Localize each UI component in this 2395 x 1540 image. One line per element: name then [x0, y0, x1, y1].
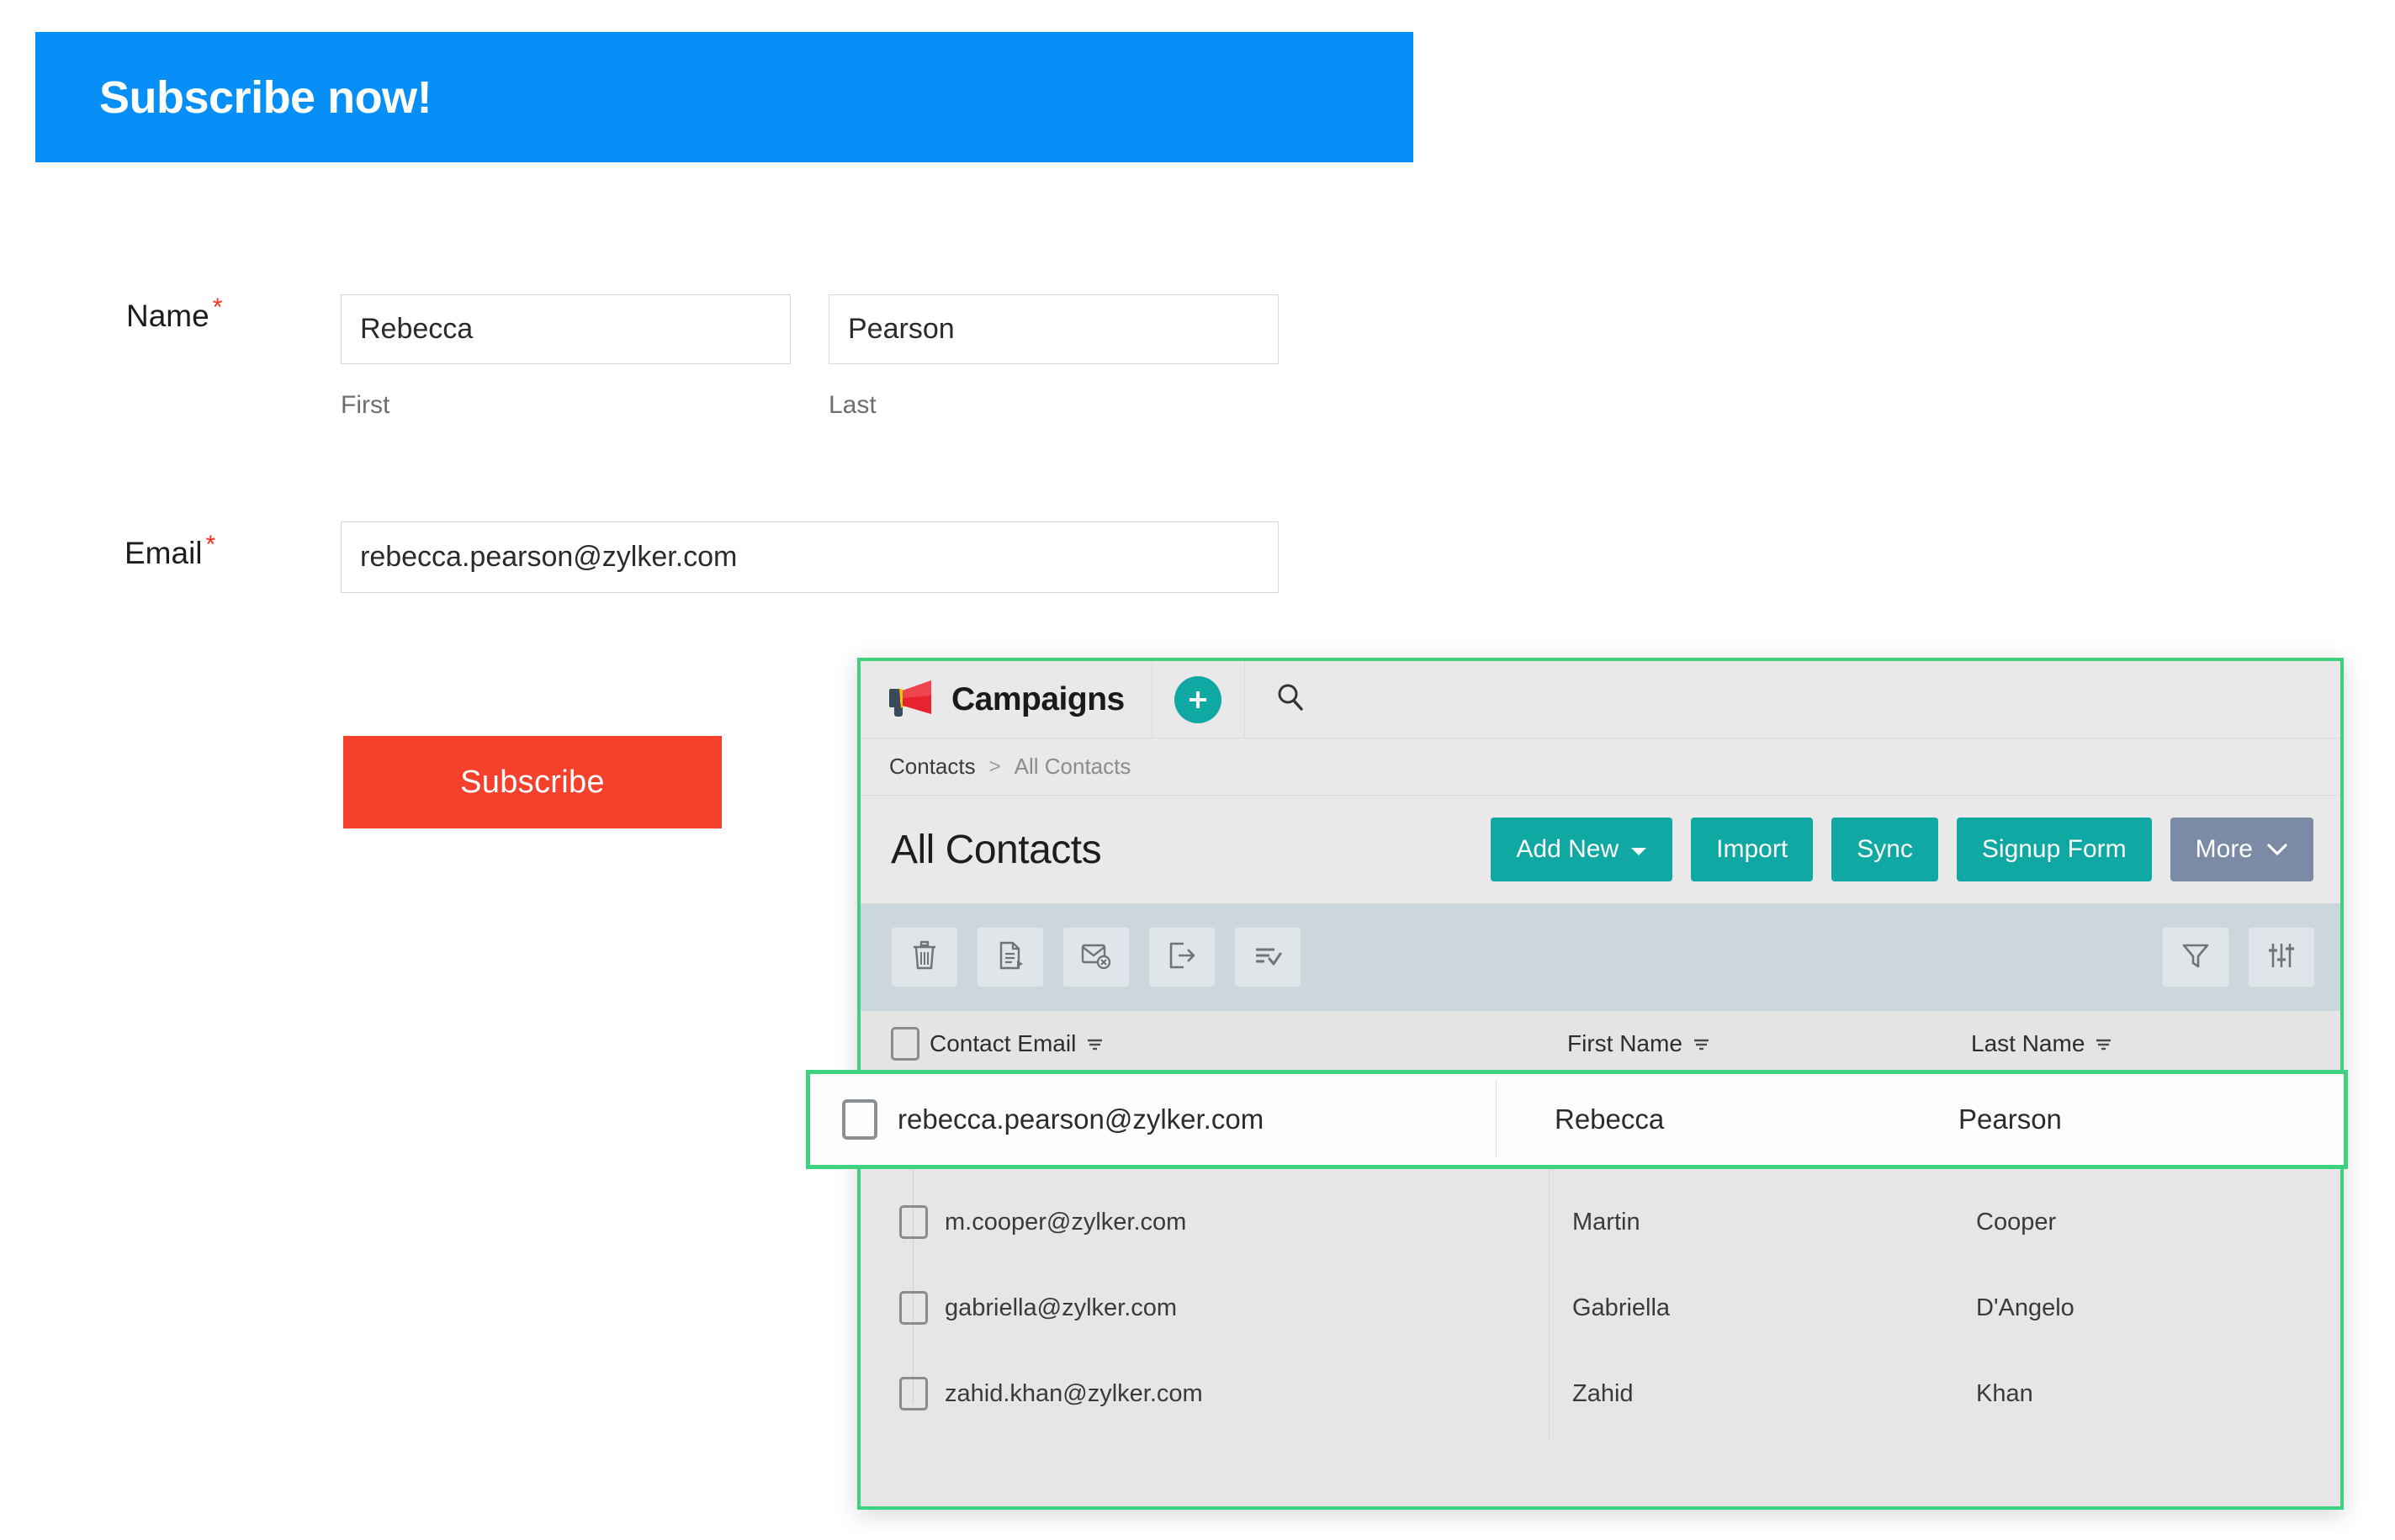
column-header-first-name[interactable]: First Name [1567, 1030, 1711, 1057]
cell-contact-email: zahid.khan@zylker.com [945, 1379, 1203, 1407]
chevron-down-icon [2266, 835, 2288, 864]
settings-sliders-icon [2266, 941, 2297, 974]
cell-last-name: Cooper [1976, 1208, 2057, 1236]
export-icon [1167, 941, 1197, 974]
row-checkbox[interactable] [899, 1291, 928, 1325]
breadcrumb: Contacts > All Contacts [861, 738, 2340, 796]
sync-button[interactable]: Sync [1831, 818, 1938, 881]
table-row[interactable]: m.cooper@zylker.com Martin Cooper [861, 1179, 2340, 1265]
toolbar-right-group [2162, 927, 2315, 987]
select-list-icon [1253, 943, 1283, 972]
last-name-sublabel: Last [829, 391, 877, 419]
caret-down-icon [1630, 835, 1647, 864]
page-title-row: All Contacts Add New Import Sync Signup … [861, 796, 2340, 903]
copy-to-list-icon [996, 940, 1025, 975]
name-label-text: Name [126, 299, 209, 333]
last-name-input[interactable]: Pearson [829, 294, 1279, 364]
email-required-asterisk: * [205, 530, 216, 558]
campaigns-topbar: Campaigns [861, 661, 2340, 738]
cell-last-name: D'Angelo [1976, 1294, 2074, 1321]
action-buttons: Add New Import Sync Signup Form More [1491, 818, 2313, 881]
form-title: Subscribe now! [99, 71, 432, 123]
highlighted-row-checkbox[interactable] [842, 1099, 877, 1140]
subscribe-button[interactable]: Subscribe [343, 736, 722, 828]
cell-first-name: Martin [1572, 1208, 1640, 1236]
email-label-text: Email [125, 536, 203, 570]
campaigns-brand[interactable]: Campaigns [861, 661, 1152, 738]
add-new-button[interactable]: Add New [1491, 818, 1673, 881]
sort-icon[interactable] [1086, 1037, 1105, 1050]
cell-first-name: Zahid [1572, 1379, 1634, 1407]
toolbar-left-group [891, 927, 1301, 987]
copy-to-list-button[interactable] [977, 927, 1044, 987]
column-header-last-name-label: Last Name [1971, 1030, 2085, 1056]
name-required-asterisk: * [212, 293, 223, 321]
cell-contact-email: m.cooper@zylker.com [945, 1208, 1187, 1236]
first-name-input[interactable]: Rebecca [341, 294, 791, 364]
signup-form-label: Signup Form [1981, 835, 2127, 863]
cell-contact-email: gabriella@zylker.com [945, 1294, 1178, 1321]
name-label: Name * [126, 294, 222, 334]
add-new-label: Add New [1516, 835, 1619, 863]
select-list-button[interactable] [1234, 927, 1301, 987]
email-input[interactable]: rebecca.pearson@zylker.com [341, 521, 1279, 593]
filter-funnel-icon [2180, 941, 2211, 974]
megaphone-icon [888, 677, 935, 722]
breadcrumb-separator: > [988, 754, 1001, 778]
form-header-banner: Subscribe now! [35, 32, 1413, 162]
first-name-sublabel: First [341, 391, 390, 419]
unsubscribe-envelope-icon [1080, 941, 1112, 974]
campaigns-brand-label: Campaigns [951, 680, 1125, 717]
table-row[interactable]: zahid.khan@zylker.com Zahid Khan [861, 1351, 2340, 1437]
delete-button[interactable] [891, 927, 958, 987]
column-header-first-name-label: First Name [1567, 1030, 1682, 1056]
contacts-toolbar [861, 903, 2340, 1011]
cell-first-name: Gabriella [1572, 1294, 1671, 1321]
page-title: All Contacts [891, 827, 1102, 872]
sync-label: Sync [1857, 835, 1913, 863]
highlighted-cell-contact-email: rebecca.pearson@zylker.com [898, 1103, 1264, 1135]
plus-icon [1174, 675, 1222, 723]
highlighted-contact-row[interactable]: rebecca.pearson@zylker.com Rebecca Pears… [806, 1070, 2348, 1169]
import-label: Import [1716, 835, 1788, 863]
email-label: Email * [125, 532, 215, 571]
table-row[interactable]: gabriella@zylker.com Gabriella D'Angelo [861, 1265, 2340, 1351]
highlighted-cell-first-name: Rebecca [1555, 1103, 1665, 1135]
export-button[interactable] [1148, 927, 1216, 987]
column-header-contact-email-label: Contact Email [930, 1030, 1077, 1056]
breadcrumb-item-contacts[interactable]: Contacts [889, 754, 976, 780]
column-header-contact-email[interactable]: Contact Email [891, 1027, 1105, 1061]
sort-icon[interactable] [2095, 1037, 2113, 1050]
unsubscribe-button[interactable] [1062, 927, 1130, 987]
more-label: More [2195, 835, 2253, 863]
trash-icon [910, 940, 939, 975]
filter-button[interactable] [2162, 927, 2229, 987]
search-icon [1274, 681, 1306, 717]
sort-icon[interactable] [1693, 1037, 1711, 1050]
select-all-checkbox[interactable] [891, 1027, 919, 1061]
import-button[interactable]: Import [1691, 818, 1814, 881]
highlighted-row-column-divider [1496, 1081, 1497, 1158]
signup-form-button[interactable]: Signup Form [1956, 818, 2152, 881]
page-root: Subscribe now! Name * Rebecca Pearson Fir… [0, 0, 2395, 1540]
highlighted-cell-last-name: Pearson [1958, 1103, 2062, 1135]
search-icon-button[interactable] [1243, 661, 1337, 738]
settings-button[interactable] [2248, 927, 2315, 987]
add-new-icon-button[interactable] [1151, 661, 1244, 738]
breadcrumb-item-all-contacts: All Contacts [1014, 754, 1131, 779]
row-checkbox[interactable] [899, 1377, 928, 1410]
cell-last-name: Khan [1976, 1379, 2033, 1407]
column-header-last-name[interactable]: Last Name [1971, 1030, 2113, 1057]
more-button[interactable]: More [2170, 818, 2313, 881]
row-checkbox[interactable] [899, 1205, 928, 1239]
